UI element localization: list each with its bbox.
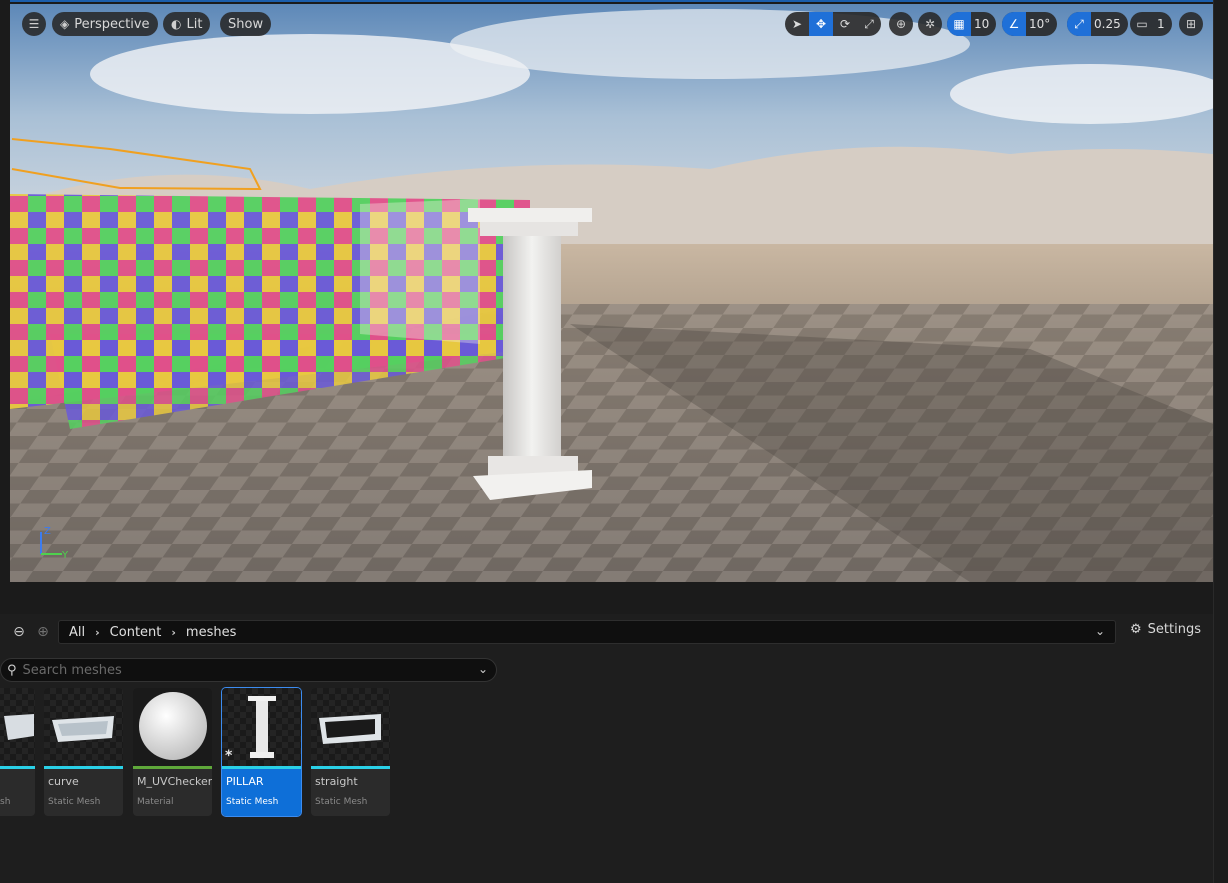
rotation-snap-toggle[interactable]: ∠ xyxy=(1002,12,1026,36)
panel-splitter[interactable] xyxy=(0,582,1213,614)
camera-speed-value[interactable]: 1 xyxy=(1154,17,1172,31)
scale-icon: ⤢ xyxy=(864,16,874,31)
asset-name: curve xyxy=(48,775,79,788)
asset-type: Static Mesh xyxy=(226,797,279,807)
asset-tile-pillar[interactable]: * PILLAR Static Mesh xyxy=(221,687,302,817)
angle-icon: ∠ xyxy=(1008,17,1020,31)
viewport-scene[interactable] xyxy=(10,4,1213,582)
asset-name: M_UVChecker xyxy=(137,775,212,788)
asset-thumbnail xyxy=(0,688,35,766)
back-arrow-icon: ⊖ xyxy=(13,624,25,640)
asset-type: Material xyxy=(137,797,174,807)
breadcrumb-item-meshes[interactable]: meshes xyxy=(186,625,236,640)
scale-snap-icon: ⤢ xyxy=(1074,16,1084,31)
settings-label: Settings xyxy=(1147,622,1201,637)
modified-asterisk-icon: * xyxy=(225,748,233,764)
view-mode-button[interactable]: ◐ Lit xyxy=(163,12,211,36)
chevron-down-icon[interactable]: ⌄ xyxy=(478,662,488,676)
asset-thumbnail xyxy=(133,688,212,766)
asset-tile-curve[interactable]: curve Static Mesh xyxy=(44,688,123,816)
search-box[interactable]: ⚲ ⌄ xyxy=(0,658,497,682)
grid-snap-toggle[interactable]: ▦ xyxy=(947,12,971,36)
forward-arrow-icon: ⊕ xyxy=(37,624,49,640)
asset-name: straight xyxy=(315,775,358,788)
lit-sphere-icon: ◐ xyxy=(171,17,182,31)
asset-name: PILLAR xyxy=(226,775,264,788)
history-forward-button[interactable]: ⊕ xyxy=(33,622,53,642)
content-navbar: ⊖ ⊕ All › Content › meshes ⌄ ⚙ Settings xyxy=(0,618,1213,646)
translate-tool-button[interactable]: ✥ xyxy=(809,12,833,36)
asset-type: Static Mesh xyxy=(315,797,368,807)
perspective-button[interactable]: ◈ Perspective xyxy=(52,12,158,36)
cursor-icon: ➤ xyxy=(791,17,803,31)
select-tool-button[interactable]: ➤ xyxy=(785,12,809,36)
transform-tools-group: ➤ ✥ ⟳ ⤢ xyxy=(785,12,881,36)
grid-snap-group[interactable]: ▦ 10 xyxy=(947,12,997,36)
world-local-toggle[interactable]: ⊕ xyxy=(889,12,913,36)
scale-tool-button[interactable]: ⤢ xyxy=(857,12,881,36)
cube-icon: ◈ xyxy=(60,17,70,31)
gear-icon: ⚙ xyxy=(1130,622,1142,637)
breadcrumb-item-all[interactable]: All xyxy=(69,625,85,640)
asset-type: Static Mesh xyxy=(48,797,101,807)
chevron-right-icon: › xyxy=(171,625,176,639)
asset-tile-straight[interactable]: straight Static Mesh xyxy=(311,688,390,816)
details-panel-strip[interactable] xyxy=(1213,0,1228,883)
asset-tile-m-uvchecker[interactable]: M_UVChecker Material xyxy=(133,688,212,816)
lit-label: Lit xyxy=(186,16,203,32)
breadcrumb-item-content[interactable]: Content xyxy=(110,625,162,640)
surface-snap-icon: ✲ xyxy=(924,17,936,31)
rotation-snap-group[interactable]: ∠ 10° xyxy=(1002,12,1058,36)
scale-snap-value[interactable]: 0.25 xyxy=(1091,17,1128,31)
chevron-right-icon: › xyxy=(95,625,100,639)
hamburger-icon: ☰ xyxy=(28,17,40,31)
show-button[interactable]: Show xyxy=(220,12,272,36)
rotate-tool-button[interactable]: ⟳ xyxy=(833,12,857,36)
move-icon: ✥ xyxy=(815,17,827,31)
rotate-icon: ⟳ xyxy=(839,17,851,31)
surface-snap-toggle[interactable]: ✲ xyxy=(918,12,942,36)
camera-icon: ▭ xyxy=(1136,17,1148,31)
asset-thumbnail xyxy=(311,688,390,766)
asset-thumbnail: * xyxy=(222,688,301,766)
asset-type: sh xyxy=(0,797,11,807)
show-label: Show xyxy=(228,16,264,32)
grid-icon: ▦ xyxy=(953,17,965,31)
scale-snap-group[interactable]: ⤢ 0.25 xyxy=(1067,12,1128,36)
camera-speed-button[interactable]: ▭ xyxy=(1130,12,1154,36)
axis-y-label: Y xyxy=(61,550,69,561)
scale-snap-toggle[interactable]: ⤢ xyxy=(1067,12,1091,36)
axis-z-label: Z xyxy=(44,526,51,537)
viewport-left-edge xyxy=(0,0,10,610)
rotation-snap-value[interactable]: 10° xyxy=(1026,17,1057,31)
globe-icon: ⊕ xyxy=(895,17,907,31)
grid-snap-value[interactable]: 10 xyxy=(971,17,996,31)
asset-tile[interactable]: sh xyxy=(0,688,35,816)
search-input[interactable] xyxy=(22,662,463,678)
camera-speed-group[interactable]: ▭ 1 xyxy=(1130,12,1172,36)
asset-name xyxy=(0,769,35,797)
chevron-down-icon[interactable]: ⌄ xyxy=(1095,624,1105,638)
viewport-menu-button[interactable]: ☰ xyxy=(22,12,46,36)
settings-button[interactable]: ⚙ Settings xyxy=(1130,622,1201,637)
content-browser: ⊖ ⊕ All › Content › meshes ⌄ ⚙ Settings … xyxy=(0,614,1213,883)
search-icon: ⚲ xyxy=(7,662,17,678)
layout-grid-icon: ⊞ xyxy=(1185,17,1197,31)
viewport-layout-button[interactable]: ⊞ xyxy=(1179,12,1203,36)
breadcrumb[interactable]: All › Content › meshes ⌄ xyxy=(58,620,1116,644)
level-viewport[interactable]: Z Y ☰ ◈ Perspective ◐ Lit Show ➤ ✥ ⟳ ⤢ ⊕ ✲… xyxy=(10,4,1213,582)
axis-gizmo: Z Y xyxy=(40,526,69,561)
asset-thumbnail xyxy=(44,688,123,766)
history-back-button[interactable]: ⊖ xyxy=(9,622,29,642)
perspective-label: Perspective xyxy=(74,16,150,32)
